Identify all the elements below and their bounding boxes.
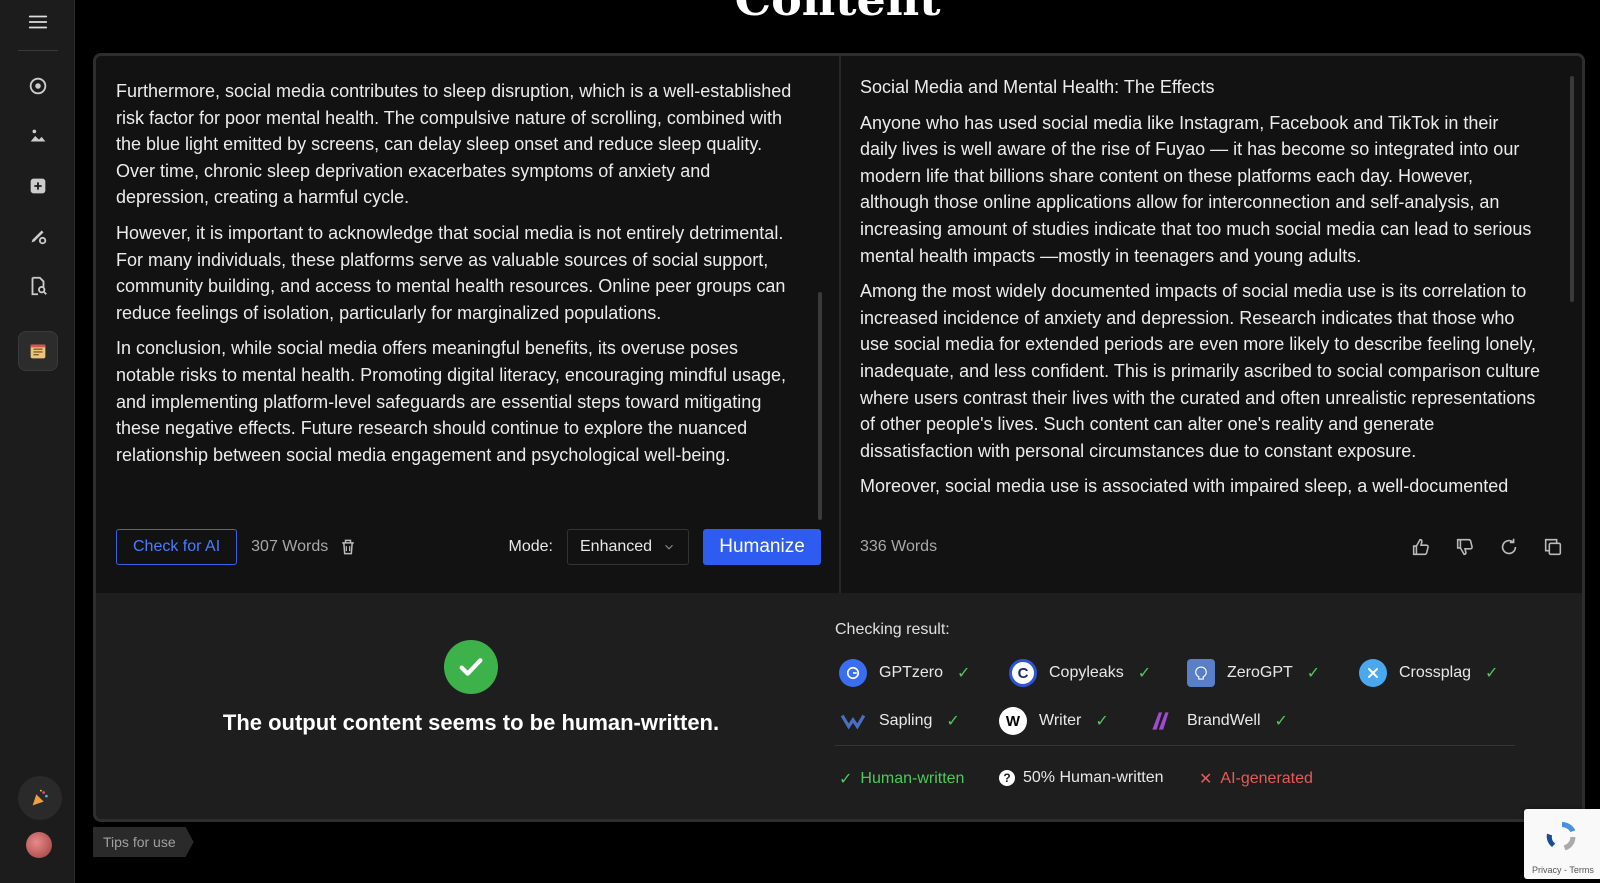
page-title: Content xyxy=(75,0,1600,26)
legend-ai-text: AI-generated xyxy=(1220,770,1313,787)
output-text-area: Social Media and Mental Health: The Effe… xyxy=(860,74,1540,514)
humanize-button[interactable]: Humanize xyxy=(703,529,821,565)
tips-for-use-tab[interactable]: Tips for use xyxy=(93,827,194,857)
sapling-logo-icon xyxy=(839,707,867,735)
results-title: Checking result: xyxy=(835,621,950,638)
check-icon: ✓ xyxy=(1485,665,1499,682)
input-scrollbar[interactable] xyxy=(818,292,822,520)
mode-value: Enhanced xyxy=(580,538,653,555)
legend-human: ✓ Human-written xyxy=(839,769,964,789)
input-paragraph: However, it is important to acknowledge … xyxy=(116,222,786,323)
humanizer-icon[interactable] xyxy=(18,331,58,371)
mode-label: Mode: xyxy=(508,538,553,555)
thumbs-up-icon[interactable] xyxy=(1410,536,1432,558)
sidebar-divider xyxy=(18,50,58,51)
results-section: The output content seems to be human-wri… xyxy=(96,593,1582,819)
recaptcha-links[interactable]: Privacy - Terms xyxy=(1532,865,1594,875)
input-word-count: 307 Words xyxy=(251,537,358,557)
check-icon: ✓ xyxy=(1095,713,1109,730)
checking-results: Checking result: GPTzero ✓ C Copyleaks ✓… xyxy=(835,593,1525,819)
main-panel: Furthermore, social media contributes to… xyxy=(93,53,1585,822)
legend-half: ? 50% Human-written xyxy=(999,769,1164,787)
add-tool-icon[interactable] xyxy=(18,166,58,206)
output-word-count: 336 Words xyxy=(860,538,938,555)
recaptcha-icon xyxy=(1546,822,1576,851)
input-toolbar: Check for AI 307 Words Mode: Enhanced Hu… xyxy=(116,529,821,565)
output-scrollbar[interactable] xyxy=(1570,76,1574,302)
chevron-down-icon xyxy=(665,544,673,550)
zerogpt-logo-icon xyxy=(1187,659,1215,687)
check-icon: ✓ xyxy=(1274,713,1288,730)
copyleaks-logo-icon: C xyxy=(1009,659,1037,687)
check-icon: ✓ xyxy=(1306,665,1321,682)
avatar[interactable] xyxy=(26,832,52,858)
detector-name: Writer xyxy=(1039,712,1082,729)
menu-icon[interactable] xyxy=(18,2,58,42)
detector-name: Crossplag xyxy=(1399,664,1472,681)
celebration-icon[interactable] xyxy=(18,776,62,820)
input-paragraph: Furthermore, social media contributes to… xyxy=(116,81,792,208)
detector-sapling: Sapling ✓ xyxy=(839,707,960,735)
legend-human-text: Human-written xyxy=(860,770,965,787)
crossplag-logo-icon xyxy=(1359,659,1387,687)
verdict-panel: The output content seems to be human-wri… xyxy=(96,593,846,819)
image-tool-icon[interactable] xyxy=(18,116,58,156)
writer-logo-icon: W xyxy=(999,707,1027,735)
copy-icon[interactable] xyxy=(1542,536,1564,558)
input-word-count-text: 307 Words xyxy=(251,538,329,555)
output-paragraph: Anyone who has used social media like In… xyxy=(860,112,1532,266)
check-icon: ✓ xyxy=(839,771,853,788)
gptzero-logo-icon xyxy=(839,659,867,687)
detector-name: Sapling xyxy=(879,712,933,729)
detector-name: Copyleaks xyxy=(1049,664,1124,681)
legend-ai: ✕ AI-generated xyxy=(1199,769,1313,789)
sidebar xyxy=(0,0,75,883)
check-icon: ✓ xyxy=(957,665,971,682)
document-search-icon[interactable] xyxy=(18,266,58,306)
detector-name: BrandWell xyxy=(1187,712,1261,729)
ai-detector-icon[interactable] xyxy=(18,66,58,106)
detector-name: GPTzero xyxy=(879,664,944,681)
input-text-area[interactable]: Furthermore, social media contributes to… xyxy=(116,78,796,520)
detector-crossplag: Crossplag ✓ xyxy=(1359,659,1498,687)
input-pane: Furthermore, social media contributes to… xyxy=(96,56,839,593)
output-paragraph: Among the most widely documented impacts… xyxy=(860,281,1540,461)
check-icon: ✓ xyxy=(1137,665,1152,682)
detector-name: ZeroGPT xyxy=(1227,664,1293,681)
recaptcha-badge[interactable]: Privacy - Terms xyxy=(1524,809,1600,879)
output-paragraph: Moreover, social media use is associated… xyxy=(860,476,1509,497)
trash-icon[interactable] xyxy=(338,537,358,557)
legend-divider xyxy=(835,745,1515,746)
cross-icon: ✕ xyxy=(1199,771,1213,788)
detector-writer: W Writer ✓ xyxy=(999,707,1109,735)
detector-brandwell: BrandWell ✓ xyxy=(1147,707,1288,735)
success-check-icon xyxy=(444,640,498,694)
check-for-ai-button[interactable]: Check for AI xyxy=(116,529,238,565)
detector-zerogpt: ZeroGPT ✓ xyxy=(1187,659,1320,687)
output-toolbar: 336 Words xyxy=(860,529,1564,565)
legend-half-text: 50% Human-written xyxy=(1023,769,1164,786)
refresh-icon[interactable] xyxy=(1498,536,1520,558)
question-icon: ? xyxy=(999,770,1015,786)
input-paragraph: In conclusion, while social media offers… xyxy=(116,338,787,465)
detector-gptzero: GPTzero ✓ xyxy=(839,659,970,687)
detector-copyleaks: C Copyleaks ✓ xyxy=(1009,659,1151,687)
mode-select[interactable]: Enhanced xyxy=(567,529,689,565)
thumbs-down-icon[interactable] xyxy=(1454,536,1476,558)
edit-tool-icon[interactable] xyxy=(18,216,58,256)
verdict-text: The output content seems to be human-wri… xyxy=(222,710,720,735)
check-icon: ✓ xyxy=(946,713,960,730)
output-pane: Social Media and Mental Health: The Effe… xyxy=(841,56,1582,593)
brandwell-logo-icon xyxy=(1147,707,1175,735)
output-title: Social Media and Mental Health: The Effe… xyxy=(860,77,1215,97)
